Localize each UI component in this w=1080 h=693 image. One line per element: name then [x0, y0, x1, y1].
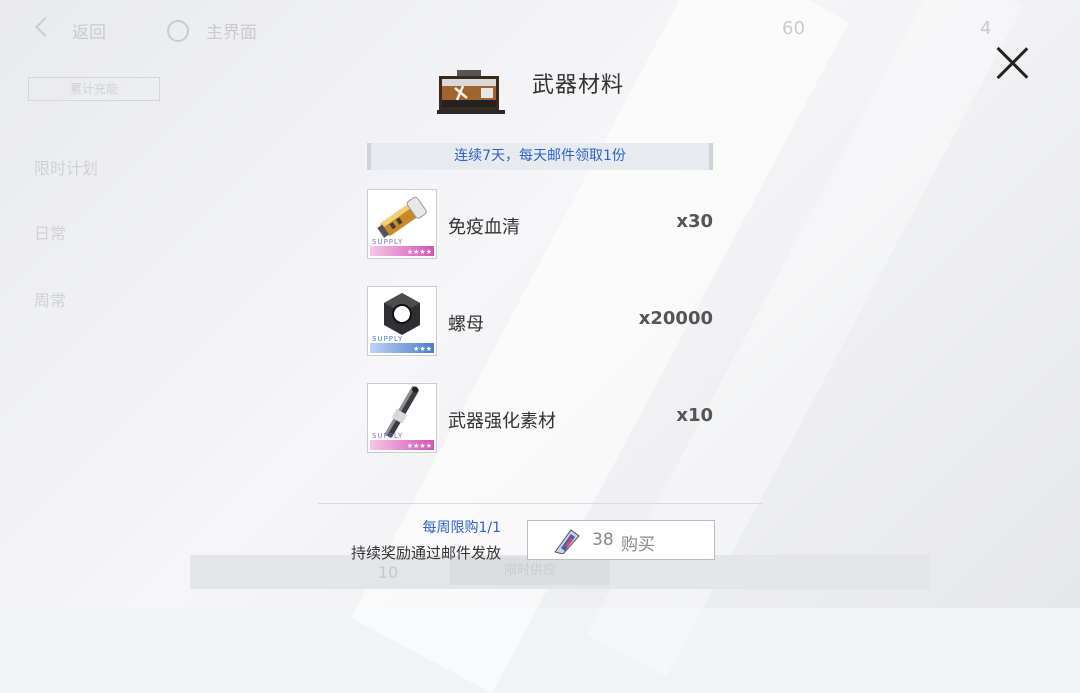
purchase-limit: 每周限购1/1	[422, 520, 501, 536]
crystal-currency-icon	[554, 529, 580, 554]
item-name: 武器强化素材	[448, 411, 556, 432]
dialog-title: 武器材料	[532, 73, 625, 98]
supply-tag: SUPPLY	[372, 432, 404, 440]
buy-price: 38	[592, 530, 614, 550]
background-side-item: 限时计划	[34, 159, 99, 178]
rarity-stars: ★★★★	[406, 442, 432, 450]
currency-count: 4	[980, 18, 992, 39]
delivery-info-bar: 连续7天，每天邮件领取1份	[367, 143, 713, 170]
close-icon[interactable]	[992, 42, 1032, 82]
rarity-stars: ★★★★	[406, 248, 432, 256]
home-label: 主界面	[206, 23, 257, 43]
supply-tag: SUPPLY	[372, 335, 404, 343]
back-arrow-icon	[35, 17, 55, 37]
mail-delivery-note: 持续奖励通过邮件发放	[350, 544, 501, 562]
item-name: 螺母	[448, 314, 484, 335]
home-circle-icon	[167, 20, 189, 42]
back-label: 返回	[72, 23, 106, 43]
footer-divider	[318, 503, 763, 504]
item-thumbnail[interactable]: SUPPLY ★★★	[367, 286, 437, 356]
buy-label: 购买	[621, 535, 655, 555]
item-thumbnail[interactable]: SUPPLY ★★★★	[367, 189, 437, 259]
background-side-item: 周常	[34, 291, 67, 310]
background-pill: 累计充能	[28, 77, 160, 101]
item-quantity: x20000	[638, 308, 713, 329]
item-name: 免疫血清	[448, 217, 520, 238]
background-side-item: 日常	[34, 224, 67, 243]
currency-count: 60	[782, 18, 805, 39]
supply-tag: SUPPLY	[372, 238, 404, 246]
item-thumbnail[interactable]: SUPPLY ★★★★	[367, 383, 437, 453]
item-quantity: x10	[676, 405, 713, 426]
reward-item: SUPPLY ★★★★ 武器强化素材 x10	[367, 383, 717, 455]
reward-item: SUPPLY ★★★ 螺母 x20000	[367, 286, 717, 358]
supply-crate-icon	[437, 70, 505, 114]
reward-item: SUPPLY ★★★★ 免疫血清 x30	[367, 189, 717, 261]
rarity-stars: ★★★	[413, 345, 432, 353]
buy-button[interactable]: 38 购买	[527, 520, 715, 560]
item-quantity: x30	[676, 211, 713, 232]
